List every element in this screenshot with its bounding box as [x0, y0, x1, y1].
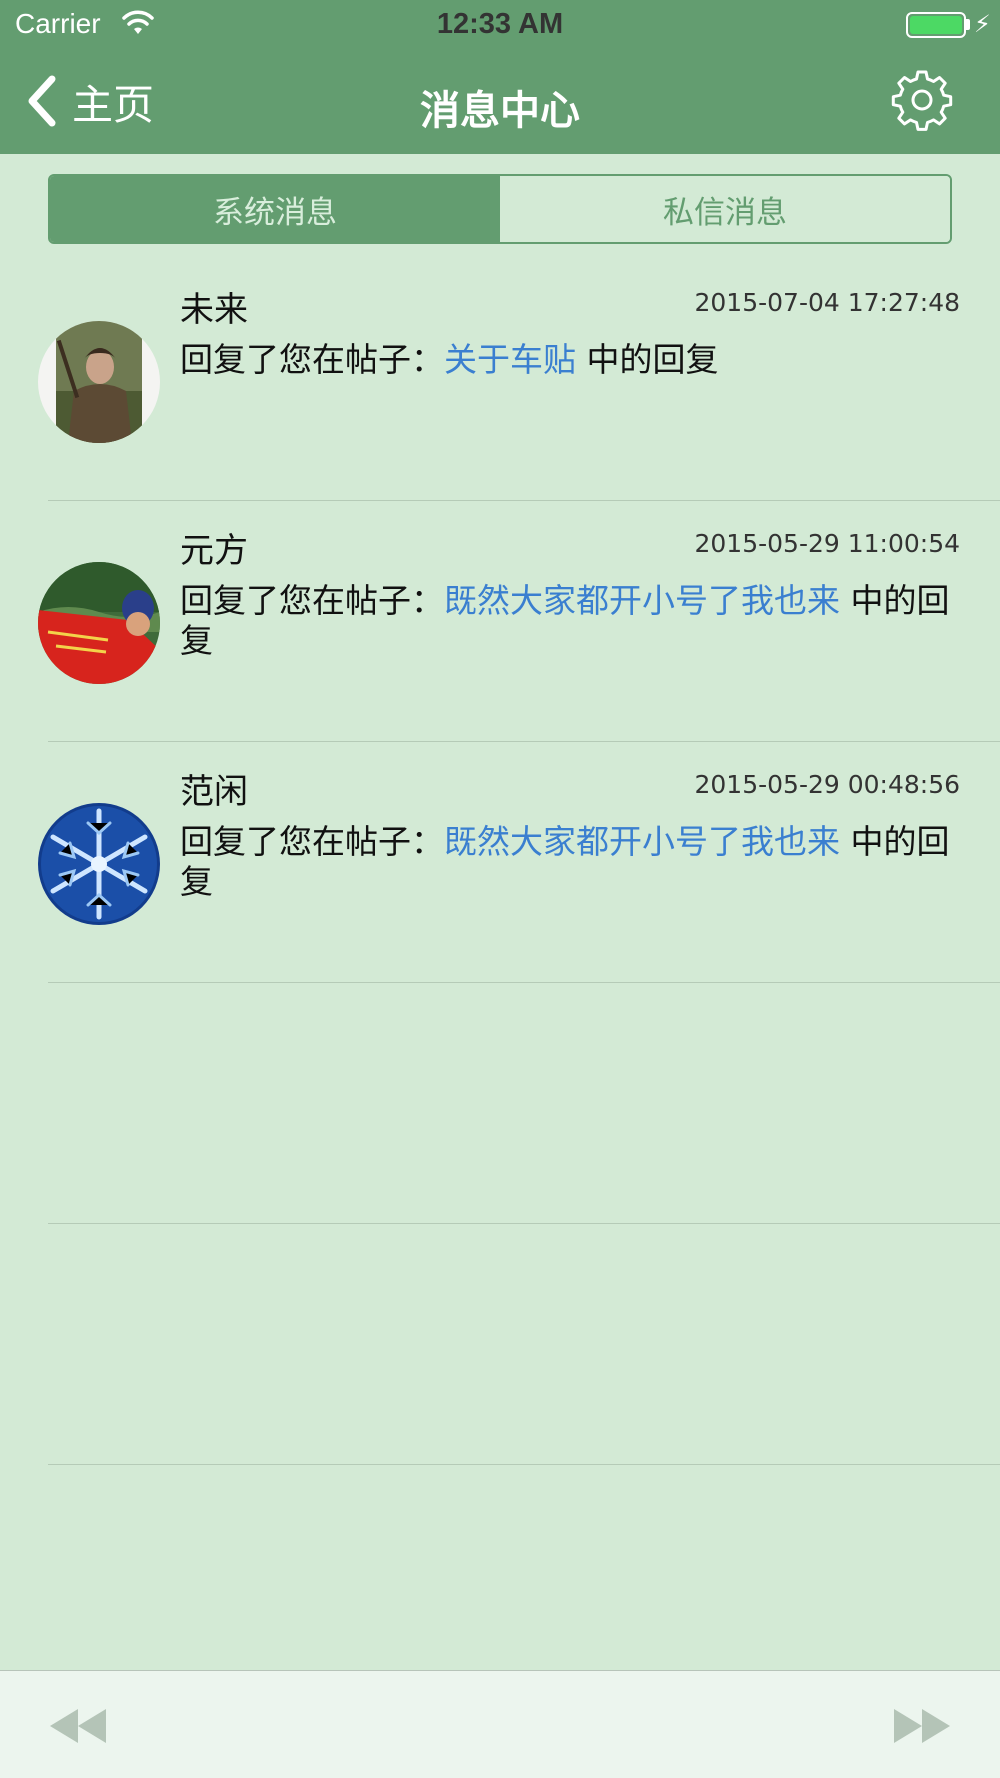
post-link[interactable]: 既然大家都开小号了我也来 — [444, 822, 840, 861]
bottom-toolbar — [0, 1670, 1000, 1778]
message-time: 2015-05-29 00:48:56 — [694, 770, 960, 799]
avatar-image — [38, 803, 160, 925]
battery-nub — [966, 19, 970, 30]
avatar[interactable] — [38, 321, 160, 443]
avatar[interactable] — [38, 562, 160, 684]
message-type-segmented-control: 系统消息 私信消息 — [48, 174, 952, 244]
row-divider — [48, 1464, 1000, 1465]
post-link[interactable]: 关于车贴 — [444, 340, 576, 379]
message-text: 回复了您在帖子：既然大家都开小号了我也来 中的回复 — [180, 822, 970, 902]
message-suffix: 中的回复 — [576, 340, 719, 379]
avatar-image — [38, 562, 160, 684]
list-item[interactable]: 未来 2015-07-04 17:27:48 回复了您在帖子：关于车贴 中的回复 — [0, 260, 1000, 501]
sender-name: 元方 — [180, 531, 248, 571]
top-bar: Carrier 12:33 AM ⚡ 主页 消息中心 — [0, 0, 1000, 154]
message-list: 未来 2015-07-04 17:27:48 回复了您在帖子：关于车贴 中的回复… — [0, 260, 1000, 1465]
message-prefix: 回复了您在帖子： — [180, 340, 444, 379]
avatar-image — [38, 321, 160, 443]
sender-name: 未来 — [180, 290, 248, 330]
message-text: 回复了您在帖子：既然大家都开小号了我也来 中的回复 — [180, 581, 970, 661]
tab-private-messages[interactable]: 私信消息 — [500, 176, 950, 242]
message-prefix: 回复了您在帖子： — [180, 581, 444, 620]
status-bar: Carrier 12:33 AM ⚡ — [0, 0, 1000, 50]
page-title: 消息中心 — [420, 88, 580, 134]
list-item[interactable]: 元方 2015-05-29 11:00:54 回复了您在帖子：既然大家都开小号了… — [0, 501, 1000, 742]
message-time: 2015-05-29 11:00:54 — [694, 529, 960, 558]
message-text: 回复了您在帖子：关于车贴 中的回复 — [180, 340, 970, 380]
empty-row — [0, 983, 1000, 1224]
gear-icon[interactable] — [890, 68, 954, 132]
empty-row — [0, 1224, 1000, 1465]
list-item[interactable]: 范闲 2015-05-29 00:48:56 回复了您在帖子：既然大家都开小号了… — [0, 742, 1000, 983]
message-prefix: 回复了您在帖子： — [180, 822, 444, 861]
rewind-icon[interactable] — [46, 1701, 110, 1751]
message-time: 2015-07-04 17:27:48 — [694, 288, 960, 317]
fast-forward-icon[interactable] — [890, 1701, 954, 1751]
status-time: 12:33 AM — [436, 8, 564, 40]
sender-name: 范闲 — [180, 772, 248, 812]
avatar[interactable] — [38, 803, 160, 925]
navigation-bar: 主页 消息中心 — [0, 50, 1000, 154]
battery-icon — [906, 12, 966, 38]
tab-system-messages[interactable]: 系统消息 — [50, 176, 500, 242]
post-link[interactable]: 既然大家都开小号了我也来 — [444, 581, 840, 620]
charging-icon: ⚡ — [974, 10, 991, 38]
